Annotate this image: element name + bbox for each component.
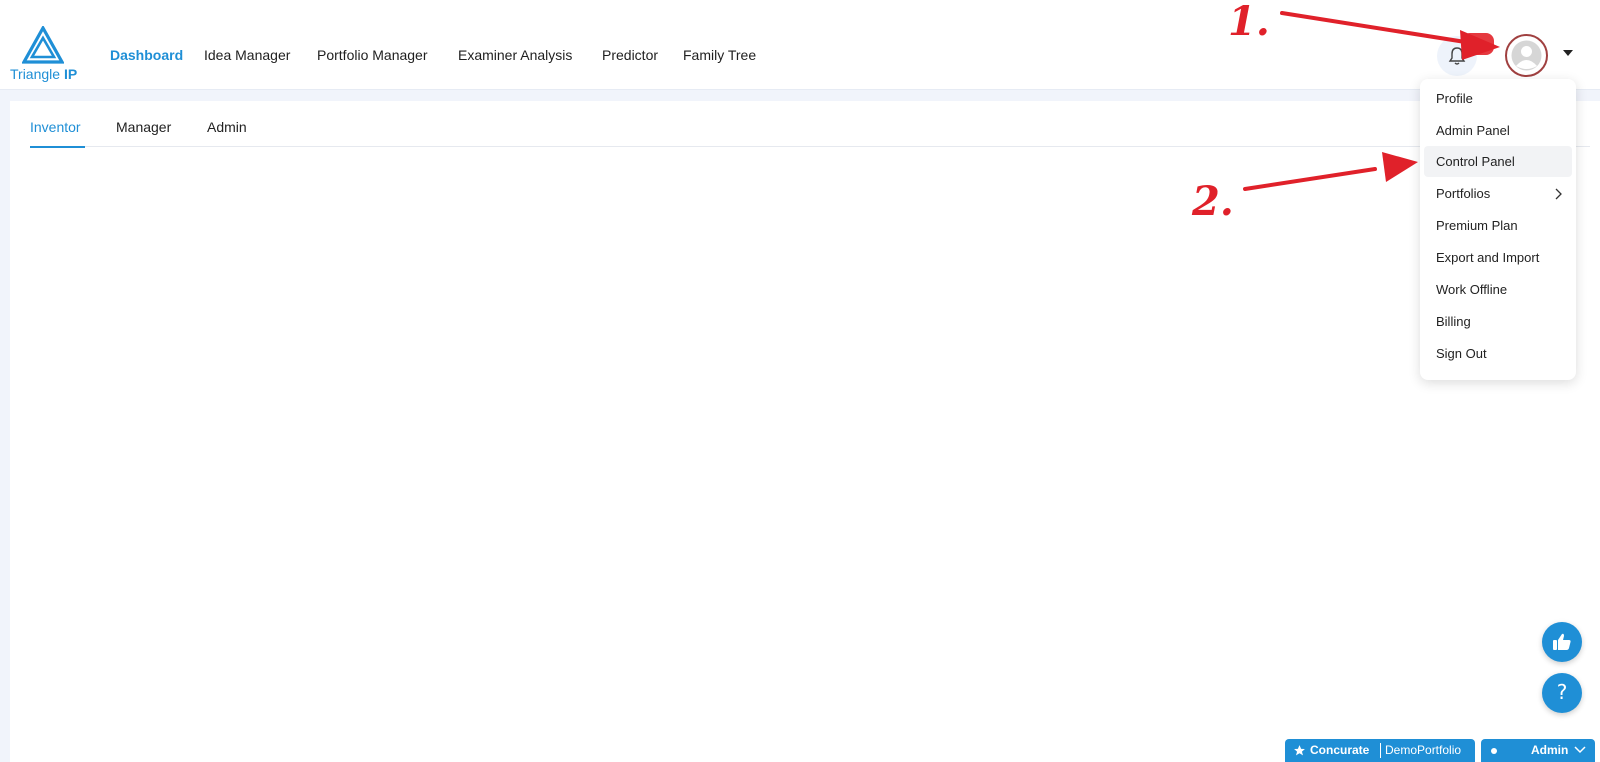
portfolio-separator (1380, 743, 1381, 758)
feedback-button[interactable] (1542, 622, 1582, 662)
annotation-arrows (1243, 11, 1500, 191)
annotation-arrow-1 (1280, 11, 1480, 46)
role-switcher-tab[interactable]: Admin (1481, 739, 1595, 762)
portfolio-subname: DemoPortfolio (1385, 743, 1462, 757)
status-dot-icon (1491, 748, 1497, 754)
role-label: Admin (1531, 743, 1569, 757)
help-button[interactable]: ? (1542, 673, 1582, 713)
portfolio-name: Concurate (1310, 743, 1370, 757)
thumbs-up-icon (1553, 633, 1571, 650)
annotation-arrowhead-2 (1382, 152, 1418, 182)
annotation-arrowhead-1 (1460, 30, 1500, 60)
current-portfolio-tab[interactable]: Concurate DemoPortfolio (1285, 739, 1475, 762)
question-icon: ? (1556, 680, 1568, 704)
annotation-arrow-2 (1243, 167, 1377, 191)
chevron-down-icon (1574, 746, 1586, 754)
star-icon (1294, 745, 1305, 756)
annotation-step-2: 2. (1192, 178, 1234, 225)
annotation-step-1: 1. (1228, 0, 1270, 45)
